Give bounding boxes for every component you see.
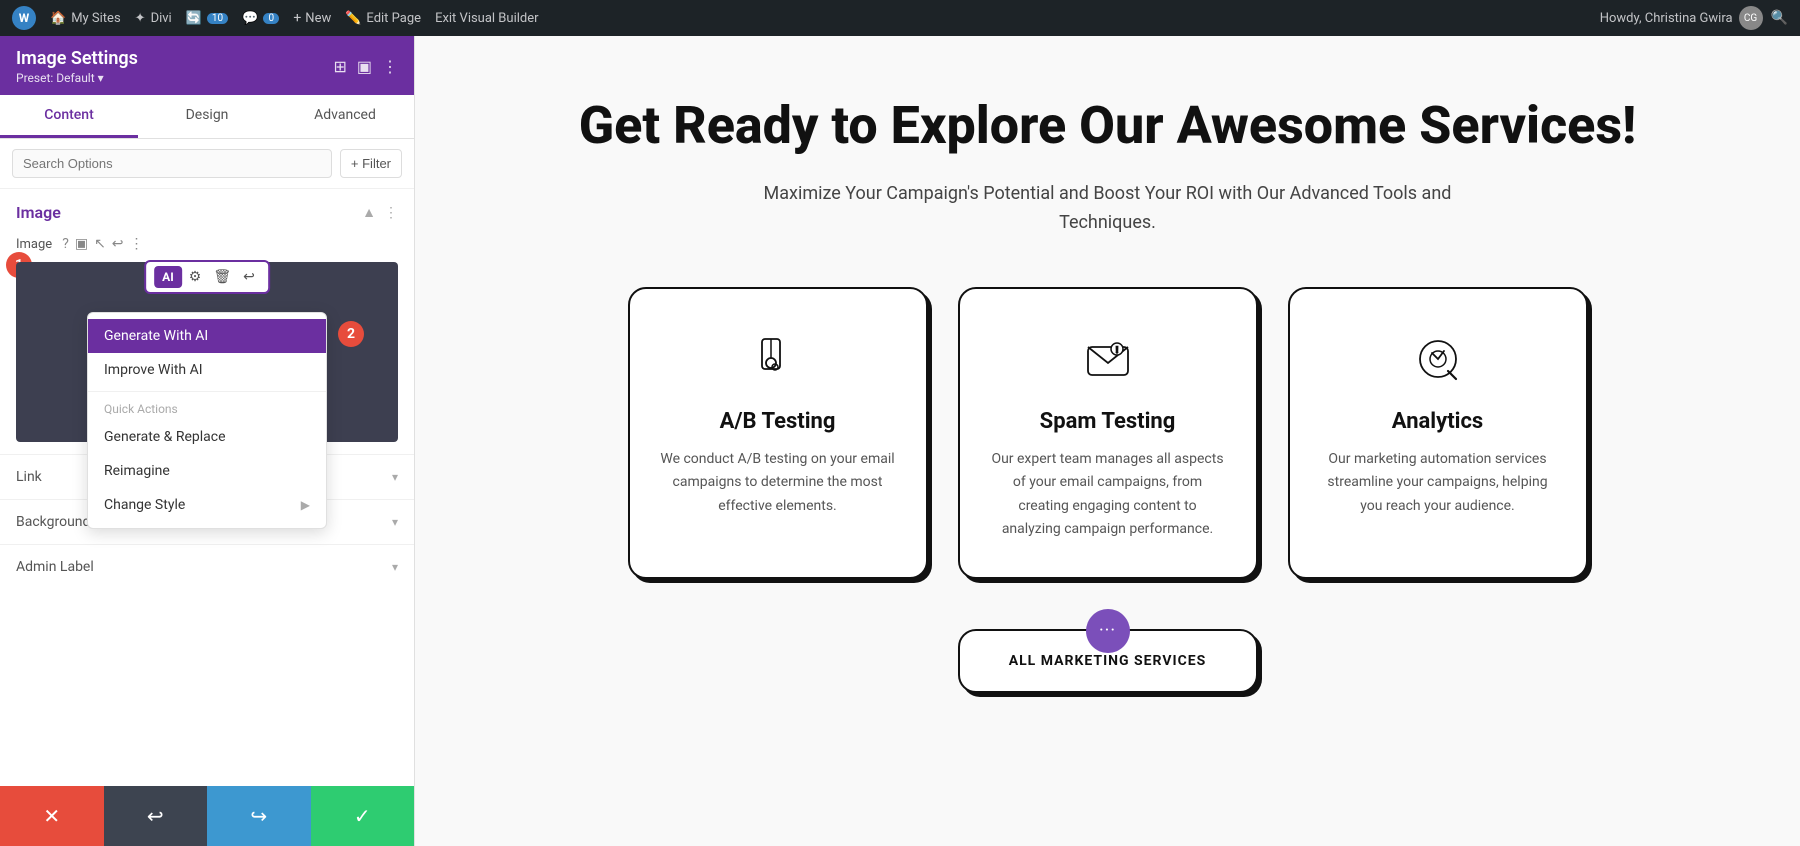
spam-testing-title: Spam Testing	[990, 409, 1226, 434]
panel-layout-icon[interactable]: ▣	[357, 57, 372, 76]
bottom-section: ··· All Marketing Services	[495, 619, 1720, 693]
image-section-header: Image ▲ ⋮	[0, 189, 414, 232]
admin-label-text: Admin Label	[16, 559, 94, 575]
section-icons: ▲ ⋮	[362, 204, 398, 221]
ab-testing-title: A/B Testing	[660, 409, 896, 434]
spam-testing-desc: Our expert team manages all aspects of y…	[990, 448, 1226, 540]
user-menu[interactable]: Howdy, Christina Gwira CG	[1600, 6, 1763, 30]
all-services-label: All Marketing Services	[1009, 653, 1207, 669]
service-cards-row: A/B Testing We conduct A/B testing on yo…	[495, 287, 1720, 578]
left-panel: Image Settings Preset: Default ▾ ⊞ ▣ ⋮ C…	[0, 36, 415, 846]
admin-bar: W 🏠 My Sites ✦ Divi 🔄 10 💬 0 + New ✏️ Ed…	[0, 0, 1800, 36]
floating-toolbar: AI ⚙ 🗑 ↩	[144, 260, 270, 294]
change-style-arrow: ▶	[301, 498, 310, 512]
admin-label-chevron: ▾	[392, 560, 398, 574]
analytics-title: Analytics	[1320, 409, 1556, 434]
section-collapse-icon[interactable]: ▲	[362, 204, 376, 221]
badge-number-2: 2	[338, 321, 364, 347]
background-chevron: ▾	[392, 515, 398, 529]
analytics-desc: Our marketing automation services stream…	[1320, 448, 1556, 517]
undo-button[interactable]: ↩	[104, 786, 208, 846]
search-row: + Filter	[0, 139, 414, 189]
panel-title: Image Settings	[16, 48, 138, 69]
section-more-icon[interactable]: ⋮	[384, 205, 398, 221]
spam-icon-svg: !	[1082, 333, 1134, 385]
ai-dropdown-menu: 2 Generate With AI Improve With AI Quick…	[87, 312, 327, 529]
new-button[interactable]: + New	[293, 10, 331, 26]
admin-label-section[interactable]: Admin Label ▾	[0, 544, 414, 589]
ab-testing-icon	[748, 329, 808, 389]
ab-icon-svg	[752, 333, 804, 385]
redo-button[interactable]: ↪	[207, 786, 311, 846]
panel-content: Image ▲ ⋮ Image ? ▣ ↖ ↩ ⋮	[0, 189, 414, 846]
panel-header-left: Image Settings Preset: Default ▾	[16, 48, 138, 85]
hero-title: Get Ready to Explore Our Awesome Service…	[495, 96, 1720, 156]
admin-bar-left: W 🏠 My Sites ✦ Divi 🔄 10 💬 0 + New ✏️ Ed…	[12, 6, 1584, 30]
ai-toolbar-button[interactable]: AI	[154, 266, 182, 288]
divi-menu[interactable]: ✦ Divi	[135, 11, 172, 26]
image-device-icon[interactable]: ▣	[75, 236, 88, 252]
improve-with-ai-item[interactable]: Improve With AI	[88, 353, 326, 387]
all-services-card: ··· All Marketing Services	[958, 629, 1258, 693]
image-pointer-icon[interactable]: ↖	[94, 236, 106, 252]
dropdown-divider	[88, 391, 326, 392]
action-bar: ✕ ↩ ↪ ✓	[0, 786, 414, 846]
analytics-card: Analytics Our marketing automation servi…	[1288, 287, 1588, 578]
admin-bar-right: Howdy, Christina Gwira CG 🔍	[1600, 6, 1788, 30]
analytics-icon	[1408, 329, 1468, 389]
tab-design[interactable]: Design	[138, 95, 276, 138]
spam-testing-icon: !	[1078, 329, 1138, 389]
my-sites-menu[interactable]: 🏠 My Sites	[50, 11, 121, 26]
image-options-icon[interactable]: ⋮	[130, 236, 144, 252]
panel-resize-icon[interactable]: ⊞	[333, 57, 346, 76]
filter-button[interactable]: + Filter	[340, 149, 402, 178]
user-avatar: CG	[1739, 6, 1763, 30]
toolbar-settings-icon[interactable]: ⚙	[184, 267, 207, 287]
fab-dots-icon: ···	[1099, 620, 1116, 641]
wordpress-icon[interactable]: W	[12, 6, 36, 30]
save-button[interactable]: ✓	[311, 786, 415, 846]
tab-content[interactable]: Content	[0, 95, 138, 138]
panel-tabs: Content Design Advanced	[0, 95, 414, 139]
toolbar-undo-icon[interactable]: ↩	[238, 267, 260, 287]
generate-replace-item[interactable]: Generate & Replace	[88, 420, 326, 454]
preset-selector[interactable]: Preset: Default ▾	[16, 71, 138, 85]
tab-advanced[interactable]: Advanced	[276, 95, 414, 138]
reimagine-item[interactable]: Reimagine	[88, 454, 326, 488]
cancel-button[interactable]: ✕	[0, 786, 104, 846]
change-style-item[interactable]: Change Style ▶	[88, 488, 326, 522]
background-label: Background	[16, 514, 90, 530]
image-preview-wrapper: 1 AI ⚙ 🗑 ↩ 2	[16, 262, 398, 442]
edit-page-button[interactable]: ✏️ Edit Page	[345, 11, 421, 26]
svg-text:!: !	[1115, 346, 1117, 356]
image-section-title: Image	[16, 203, 61, 222]
generate-with-ai-item[interactable]: Generate With AI	[88, 319, 326, 353]
ab-testing-card: A/B Testing We conduct A/B testing on yo…	[628, 287, 928, 578]
hero-subtitle: Maximize Your Campaign's Potential and B…	[748, 180, 1468, 238]
image-help-icon[interactable]: ?	[62, 236, 69, 252]
image-row: Image ? ▣ ↖ ↩ ⋮	[0, 232, 414, 262]
link-chevron: ▾	[392, 470, 398, 484]
panel-header-icons: ⊞ ▣ ⋮	[333, 57, 398, 76]
ab-testing-desc: We conduct A/B testing on your email cam…	[660, 448, 896, 517]
exit-builder-button[interactable]: Exit Visual Builder	[435, 11, 538, 26]
image-field-icons: ? ▣ ↖ ↩ ⋮	[62, 236, 143, 252]
link-label: Link	[16, 469, 42, 485]
admin-search-icon[interactable]: 🔍	[1771, 10, 1788, 26]
analytics-icon-svg	[1412, 333, 1464, 385]
updates-count[interactable]: 🔄 10	[186, 11, 228, 26]
panel-header: Image Settings Preset: Default ▾ ⊞ ▣ ⋮	[0, 36, 414, 95]
image-reset-icon[interactable]: ↩	[112, 236, 124, 252]
main-layout: Image Settings Preset: Default ▾ ⊞ ▣ ⋮ C…	[0, 36, 1800, 846]
quick-actions-label: Quick Actions	[88, 396, 326, 420]
fab-button[interactable]: ···	[1086, 609, 1130, 653]
right-content: Get Ready to Explore Our Awesome Service…	[415, 36, 1800, 846]
search-options-input[interactable]	[12, 149, 332, 178]
panel-more-icon[interactable]: ⋮	[382, 57, 398, 76]
comments-count[interactable]: 💬 0	[242, 11, 279, 26]
image-field-label: Image	[16, 237, 52, 252]
toolbar-delete-icon[interactable]: 🗑	[208, 267, 236, 287]
spam-testing-card: ! Spam Testing Our expert team manages a…	[958, 287, 1258, 578]
